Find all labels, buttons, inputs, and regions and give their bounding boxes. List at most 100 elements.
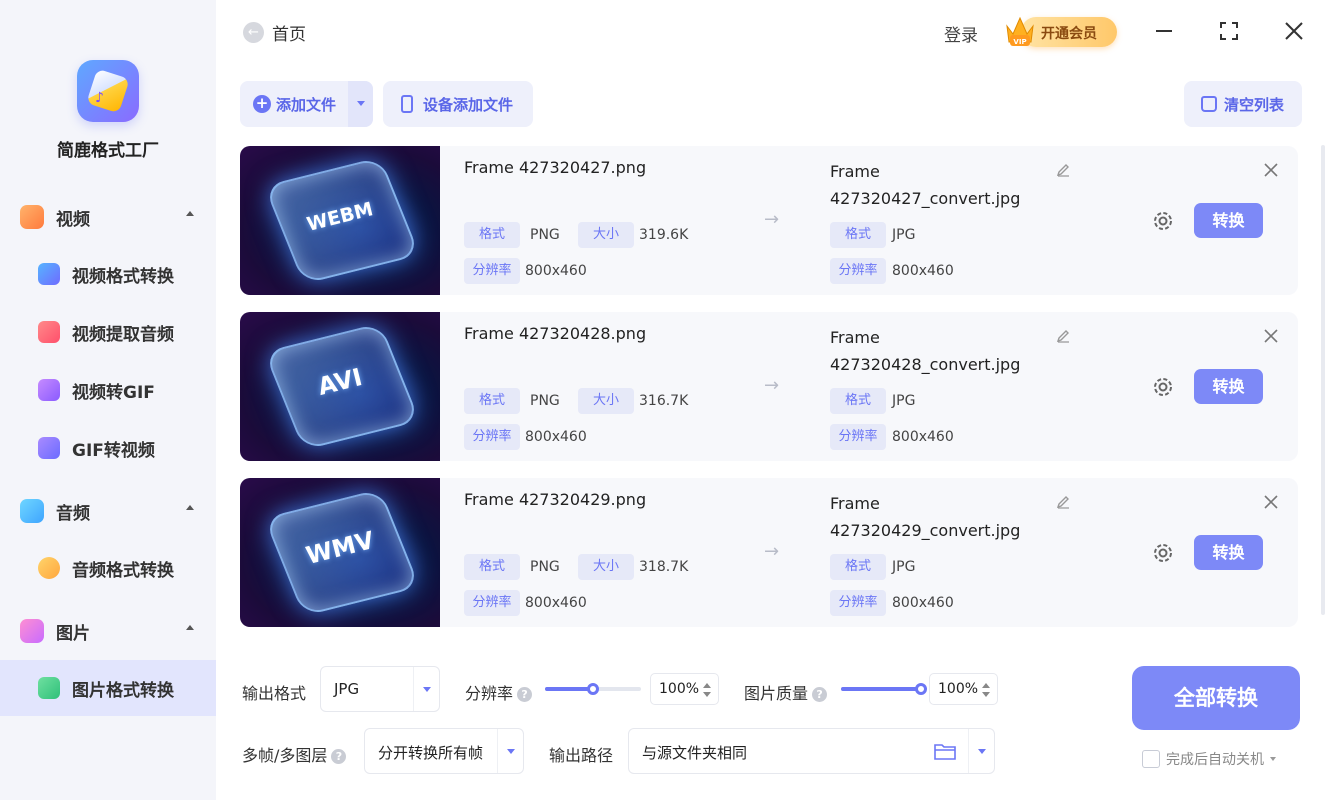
chevron-down-icon xyxy=(978,749,986,754)
add-file-button[interactable]: + 添加文件 xyxy=(240,81,348,127)
resolution-slider-handle[interactable] xyxy=(587,683,599,695)
gear-icon[interactable] xyxy=(1150,374,1176,400)
sidebar-group-video[interactable]: 视频 xyxy=(0,197,216,237)
audio-extract-icon xyxy=(38,321,60,343)
caret-up-icon xyxy=(186,505,194,510)
auto-shutdown-label: 完成后自动关机 xyxy=(1166,752,1264,768)
output-file-name[interactable]: Frame 427320428_convert.jpg xyxy=(830,324,1060,378)
sidebar: ♪ 简鹿格式工厂 视频 视频格式转换 视频提取音频 视频转GIF GIF转视频 … xyxy=(0,0,216,800)
chevron-down-icon xyxy=(423,687,431,692)
sidebar-item-label: 视频提取音频 xyxy=(72,324,174,345)
resolution-slider[interactable] xyxy=(545,683,641,695)
resolution-chip: 分辨率 xyxy=(464,590,520,616)
source-file-name: Frame 427320427.png xyxy=(464,158,647,177)
multiframe-value: 分开转换所有帧 xyxy=(378,744,484,762)
sidebar-item-audio-convert[interactable]: 音频格式转换 xyxy=(0,540,216,596)
convert-button[interactable]: 转换 xyxy=(1194,535,1263,570)
maximize-button[interactable] xyxy=(1216,18,1242,44)
music-icon xyxy=(20,499,44,523)
stepper-up-icon[interactable] xyxy=(982,683,990,688)
help-icon[interactable]: ? xyxy=(331,749,347,764)
resolution-percent-input[interactable]: 100% xyxy=(650,673,719,705)
output-file-name[interactable]: Frame 427320429_convert.jpg xyxy=(830,490,1060,544)
output-resolution: 800x460 xyxy=(892,595,954,611)
clear-list-button[interactable]: 清空列表 xyxy=(1184,81,1302,127)
chevron-down-icon[interactable] xyxy=(1270,757,1276,761)
folder-icon[interactable] xyxy=(934,742,956,760)
quality-label-text: 图片质量 xyxy=(744,684,809,703)
sidebar-group-label: 音频 xyxy=(56,503,90,524)
auto-shutdown-option[interactable]: 完成后自动关机 xyxy=(1142,749,1276,769)
file-thumbnail: AVI xyxy=(240,312,440,461)
sidebar-item-video-convert[interactable]: 视频格式转换 xyxy=(0,246,216,302)
edit-icon[interactable] xyxy=(1056,163,1070,177)
source-size: 316.7K xyxy=(639,393,689,409)
sidebar-item-image-convert[interactable]: 图片格式转换 xyxy=(0,660,216,716)
resolution-label: 分辨率? xyxy=(465,680,533,704)
minimize-button[interactable] xyxy=(1151,18,1177,44)
remove-file-button[interactable] xyxy=(1262,492,1280,517)
arrow-right-icon: → xyxy=(764,209,780,230)
edit-icon[interactable] xyxy=(1056,495,1070,509)
sidebar-item-gif-to-video[interactable]: GIF转视频 xyxy=(0,420,216,476)
quality-slider-handle[interactable] xyxy=(915,683,927,695)
source-file-name: Frame 427320429.png xyxy=(464,490,647,509)
output-path-select[interactable]: 与源文件夹相同 xyxy=(628,728,995,774)
file-card: WEBM Frame 427320427.png 格式 PNG 大小 319.6… xyxy=(240,146,1298,295)
sidebar-item-label: 音频格式转换 xyxy=(72,560,174,581)
device-add-file-button[interactable]: 设备添加文件 xyxy=(383,81,533,127)
convert-all-button[interactable]: 全部转换 xyxy=(1132,666,1300,730)
output-format-select[interactable]: JPG xyxy=(320,666,440,712)
multiframe-label-text: 多帧/多图层 xyxy=(242,746,328,765)
sidebar-item-label: 视频格式转换 xyxy=(72,266,174,287)
resolution-label-text: 分辨率 xyxy=(465,684,514,703)
sidebar-group-label: 图片 xyxy=(56,623,90,644)
source-format: PNG xyxy=(530,559,560,575)
edit-icon[interactable] xyxy=(1056,329,1070,343)
output-file-name[interactable]: Frame 427320427_convert.jpg xyxy=(830,158,1060,212)
headphone-icon xyxy=(38,557,60,579)
stepper-down-icon[interactable] xyxy=(982,692,990,697)
home-label: 首页 xyxy=(272,25,306,45)
vip-button[interactable]: 开通会员 VIP xyxy=(1005,12,1117,50)
sidebar-group-image[interactable]: 图片 xyxy=(0,611,216,651)
home-button[interactable]: ← 首页 xyxy=(243,20,306,45)
clear-list-label: 清空列表 xyxy=(1224,96,1285,114)
convert-button[interactable]: 转换 xyxy=(1194,203,1263,238)
quality-percent-input[interactable]: 100% xyxy=(929,673,998,705)
add-file-label: 添加文件 xyxy=(276,96,337,114)
help-icon[interactable]: ? xyxy=(812,687,828,702)
chevron-down-icon xyxy=(357,101,365,106)
gear-icon[interactable] xyxy=(1150,208,1176,234)
format-chip: 格式 xyxy=(464,222,520,248)
convert-button[interactable]: 转换 xyxy=(1194,369,1263,404)
remove-file-button[interactable] xyxy=(1262,326,1280,351)
output-format: JPG xyxy=(892,393,916,409)
gear-icon[interactable] xyxy=(1150,540,1176,566)
source-size: 319.6K xyxy=(639,227,689,243)
remove-file-button[interactable] xyxy=(1262,160,1280,185)
scrollbar[interactable] xyxy=(1321,145,1325,615)
caret-up-icon xyxy=(186,625,194,630)
login-button[interactable]: 登录 xyxy=(944,21,978,46)
add-file-dropdown[interactable] xyxy=(348,81,373,127)
sidebar-item-video-extract-audio[interactable]: 视频提取音频 xyxy=(0,304,216,360)
help-icon[interactable]: ? xyxy=(517,687,533,702)
output-path-label: 输出路径 xyxy=(549,746,614,765)
close-icon xyxy=(1264,329,1278,343)
close-window-button[interactable] xyxy=(1281,18,1307,44)
sidebar-group-label: 视频 xyxy=(56,209,90,230)
file-thumbnail: WMV xyxy=(240,478,440,627)
quality-label: 图片质量? xyxy=(744,680,828,704)
stepper-up-icon[interactable] xyxy=(703,683,711,688)
auto-shutdown-checkbox[interactable] xyxy=(1142,750,1160,768)
size-chip: 大小 xyxy=(578,388,634,414)
quality-slider[interactable] xyxy=(841,683,927,695)
stepper-down-icon[interactable] xyxy=(703,692,711,697)
format-chip: 格式 xyxy=(830,554,886,580)
multiframe-select[interactable]: 分开转换所有帧 xyxy=(364,728,524,774)
sidebar-item-video-to-gif[interactable]: 视频转GIF xyxy=(0,362,216,418)
output-format: JPG xyxy=(892,559,916,575)
output-resolution: 800x460 xyxy=(892,263,954,279)
sidebar-group-audio[interactable]: 音频 xyxy=(0,491,216,531)
